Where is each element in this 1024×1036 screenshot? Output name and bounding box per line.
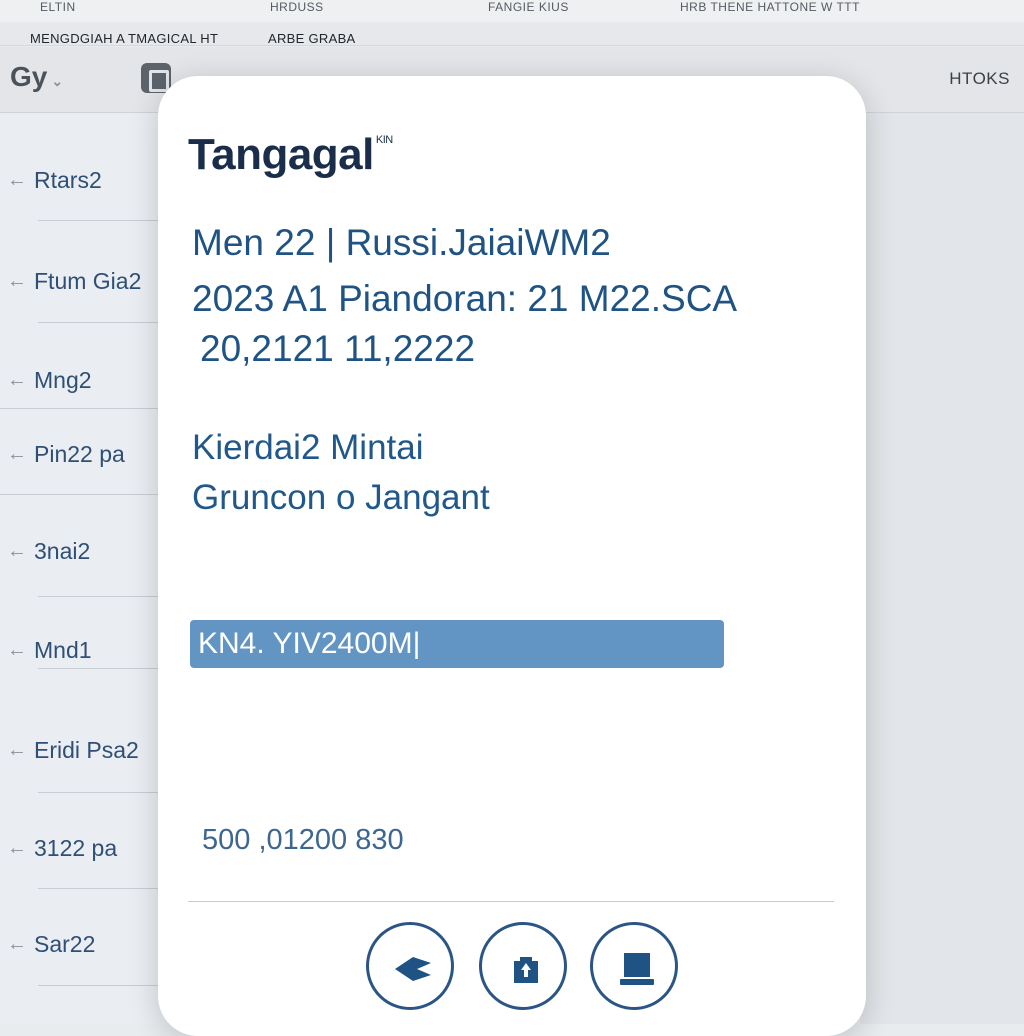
top-fragment: HRB THENE HATTONE W TTT bbox=[680, 0, 860, 14]
modal-title-superscript: KIN bbox=[375, 134, 393, 146]
divider bbox=[38, 220, 160, 221]
divider bbox=[188, 901, 834, 902]
sidebar-item[interactable]: ← Mnd1 bbox=[0, 620, 160, 680]
divider bbox=[0, 494, 160, 495]
sidebar-item-label: Eridi Psa2 bbox=[34, 736, 139, 763]
sidebar-item[interactable]: ← 3nai2 bbox=[0, 521, 160, 581]
sidebar-item-label: Sar22 bbox=[34, 930, 96, 957]
back-arrow-icon: ← bbox=[7, 932, 27, 955]
sidebar-item-label: 3nai2 bbox=[34, 537, 91, 564]
sub-heading: Gruncon o Jangant bbox=[192, 478, 490, 517]
sidebar-item[interactable]: ← 3122 pa bbox=[0, 818, 160, 878]
back-arrow-icon: ← bbox=[7, 638, 27, 661]
sidebar-item[interactable]: ← Pin22 pa bbox=[0, 424, 160, 484]
sidebar-item-label: Mnd1 bbox=[34, 636, 92, 663]
menu-item[interactable]: MENGDGIAH A TMAGICAL HT bbox=[30, 31, 218, 46]
menu-item[interactable]: ARBE GRABA bbox=[268, 31, 356, 46]
back-arrow-icon: ← bbox=[7, 836, 27, 859]
brand-label: Gy bbox=[10, 61, 48, 92]
back-arrow-icon: ← bbox=[7, 368, 27, 391]
back-button[interactable] bbox=[366, 922, 454, 1010]
app-icon[interactable] bbox=[141, 63, 171, 93]
modal-title-text: Tangagal bbox=[188, 130, 374, 179]
brand-menu[interactable]: Gy ⌄ bbox=[10, 61, 63, 93]
top-fragment: HRDUSS bbox=[270, 0, 324, 14]
share-upload-icon bbox=[514, 957, 538, 983]
display-button[interactable] bbox=[590, 922, 678, 1010]
monitor-icon bbox=[620, 953, 654, 985]
back-arrow-icon: ← bbox=[7, 168, 27, 191]
chevron-down-icon: ⌄ bbox=[51, 73, 64, 89]
divider bbox=[38, 792, 160, 793]
sidebar-item-label: Ftum Gia2 bbox=[34, 267, 142, 294]
divider bbox=[38, 596, 160, 597]
sub-heading: Kierdai2 Mintai bbox=[192, 428, 424, 467]
info-line: Men 22 | Russi.JaiaiWM2 bbox=[192, 222, 611, 263]
info-line: 20,2121 11,2222 bbox=[200, 328, 476, 369]
divider bbox=[38, 985, 160, 986]
sidebar-item[interactable]: ← Mng2 bbox=[0, 350, 160, 410]
sidebar-item[interactable]: ← Rtars2 bbox=[0, 150, 160, 210]
sidebar-item-label: Pin22 pa bbox=[34, 440, 125, 467]
selected-text-field[interactable]: KN4. YIV2400M| bbox=[190, 620, 724, 668]
right-panel bbox=[860, 113, 1024, 1024]
back-arrow-icon: ← bbox=[7, 442, 27, 465]
sidebar-item-label: 3122 pa bbox=[34, 834, 118, 861]
menu-bar: MENGDGIAH A TMAGICAL HT ARBE GRABA bbox=[0, 22, 1024, 46]
divider bbox=[38, 668, 160, 669]
sidebar-item[interactable]: ← Ftum Gia2 bbox=[0, 251, 160, 311]
info-line: 2023 A1 Piandoran: 21 M22.SCA bbox=[192, 278, 738, 319]
divider bbox=[38, 888, 160, 889]
share-button[interactable] bbox=[479, 922, 567, 1010]
back-arrow-icon bbox=[395, 957, 431, 981]
top-fragment: FANGIE KIUS bbox=[488, 0, 569, 14]
back-arrow-icon: ← bbox=[7, 738, 27, 761]
divider bbox=[0, 408, 160, 409]
sidebar-item-label: Rtars2 bbox=[34, 166, 102, 193]
footer-number: 500 ,01200 830 bbox=[202, 824, 404, 856]
tools-link[interactable]: HTOKS bbox=[949, 69, 1010, 89]
modal-title: Tangagal KIN bbox=[188, 130, 393, 180]
sidebar-item[interactable]: ← Eridi Psa2 bbox=[0, 720, 160, 780]
back-arrow-icon: ← bbox=[7, 539, 27, 562]
sidebar-item-label: Mng2 bbox=[34, 366, 92, 393]
back-arrow-icon: ← bbox=[7, 269, 27, 292]
top-fragment: ELTIN bbox=[40, 0, 76, 14]
sidebar-item[interactable]: ← Sar22 bbox=[0, 914, 160, 974]
top-strip: ELTIN HRDUSS FANGIE KIUS HRB THENE HATTO… bbox=[0, 0, 1024, 22]
modal-dialog: Tangagal KIN Men 22 | Russi.JaiaiWM2 2023… bbox=[158, 76, 866, 1036]
divider bbox=[38, 322, 160, 323]
